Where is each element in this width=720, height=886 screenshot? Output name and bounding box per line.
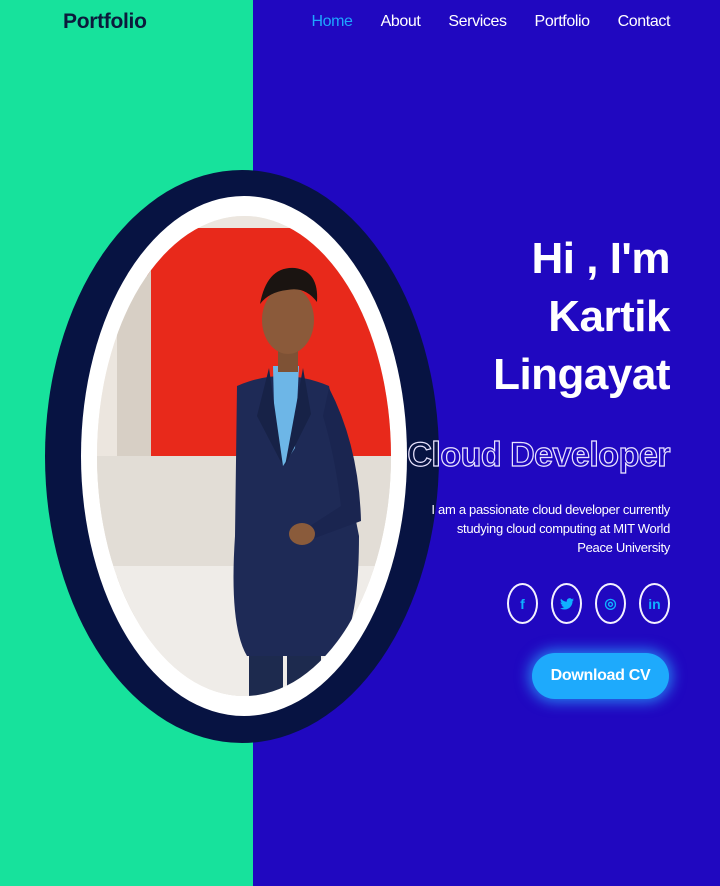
nav-contact[interactable]: Contact <box>618 13 671 31</box>
nav-portfolio[interactable]: Portfolio <box>535 13 591 31</box>
nav-about[interactable]: About <box>381 13 421 31</box>
greeting-line: Hi , I'm <box>531 234 671 283</box>
profile-frame-ring <box>81 196 407 716</box>
download-cv-button[interactable]: Download CV <box>532 653 669 699</box>
name-first: Kartik <box>548 292 670 341</box>
social-links: f ◎ in <box>507 583 670 624</box>
facebook-icon[interactable]: f <box>507 583 538 624</box>
linkedin-icon[interactable]: in <box>639 583 670 624</box>
hero-description: I am a passionate cloud developer curren… <box>431 502 670 555</box>
site-logo[interactable]: Portfolio <box>63 10 147 34</box>
name-last: Lingayat <box>493 350 670 399</box>
profile-photo <box>97 216 391 696</box>
main-nav: Home About Services Portfolio Contact <box>311 13 670 31</box>
role-title: Cloud Developer <box>407 435 671 474</box>
nav-home[interactable]: Home <box>311 13 352 31</box>
hero-heading: Hi , I'm Kartik Lingayat <box>493 230 670 404</box>
nav-services[interactable]: Services <box>448 13 507 31</box>
instagram-icon[interactable]: ◎ <box>595 583 626 624</box>
twitter-icon[interactable] <box>551 583 582 624</box>
twitter-bird-icon <box>559 597 574 609</box>
